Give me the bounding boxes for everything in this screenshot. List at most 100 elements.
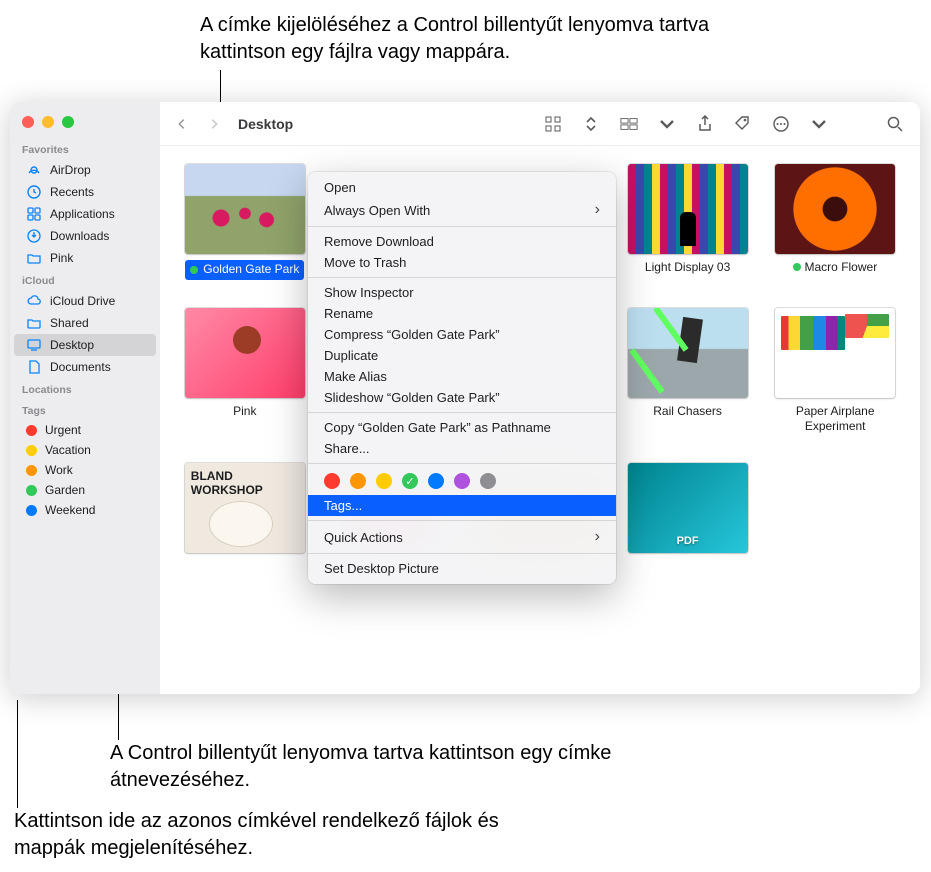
callout-line — [17, 700, 18, 808]
sidebar-item-desktop[interactable]: Desktop — [14, 334, 156, 356]
menu-separator — [308, 463, 616, 464]
sidebar-item-label: Pink — [50, 251, 73, 265]
chevron-updown-icon[interactable] — [576, 112, 606, 136]
chevron-down-icon[interactable] — [804, 112, 834, 136]
file-thumbnail — [185, 164, 305, 254]
sidebar-item-applications[interactable]: Applications — [14, 203, 156, 225]
search-button[interactable] — [880, 112, 910, 136]
sidebar-item-recents[interactable]: Recents — [14, 181, 156, 203]
file-item[interactable]: Rail Chasers — [619, 308, 757, 435]
view-icons-button[interactable] — [538, 112, 568, 136]
sidebar-item-label: Applications — [50, 207, 115, 221]
cloud-icon — [26, 293, 42, 309]
document-icon — [26, 359, 42, 375]
tags-button[interactable] — [728, 112, 758, 136]
sidebar-tag-vacation[interactable]: Vacation — [14, 440, 156, 460]
tag-color-red[interactable] — [324, 473, 340, 489]
menu-set-desktop-picture[interactable]: Set Desktop Picture — [308, 558, 616, 579]
sidebar-item-label: Weekend — [45, 503, 95, 517]
menu-slideshow[interactable]: Slideshow “Golden Gate Park” — [308, 387, 616, 408]
group-button[interactable] — [614, 112, 644, 136]
menu-separator — [308, 520, 616, 521]
file-item[interactable]: Golden Gate Park — [176, 164, 314, 280]
sidebar-tag-weekend[interactable]: Weekend — [14, 500, 156, 520]
file-label: Macro Flower — [793, 260, 877, 276]
sidebar-item-label: AirDrop — [50, 163, 91, 177]
desktop-icon — [26, 337, 42, 353]
menu-rename[interactable]: Rename — [308, 303, 616, 324]
menu-tag-colors — [308, 468, 616, 495]
menu-share[interactable]: Share... — [308, 438, 616, 459]
sidebar-item-icloud-drive[interactable]: iCloud Drive — [14, 290, 156, 312]
annotation-mid: A Control billentyűt lenyomva tartva kat… — [110, 740, 630, 794]
menu-make-alias[interactable]: Make Alias — [308, 366, 616, 387]
close-button[interactable] — [22, 116, 34, 128]
sidebar-item-label: iCloud Drive — [50, 294, 115, 308]
sidebar-item-label: Work — [45, 463, 73, 477]
clock-icon — [26, 184, 42, 200]
file-item[interactable]: Paper Airplane Experiment — [766, 308, 904, 435]
back-button[interactable] — [170, 112, 194, 136]
chevron-down-icon[interactable] — [652, 112, 682, 136]
context-menu: Open Always Open With Remove Download Mo… — [308, 172, 616, 584]
tag-color-orange[interactable] — [350, 473, 366, 489]
sidebar-item-downloads[interactable]: Downloads — [14, 225, 156, 247]
menu-duplicate[interactable]: Duplicate — [308, 345, 616, 366]
file-item[interactable]: Bland Workshop — [176, 463, 314, 553]
sidebar-item-label: Desktop — [50, 338, 94, 352]
download-icon — [26, 228, 42, 244]
sidebar-item-pink[interactable]: Pink — [14, 247, 156, 269]
sidebar-tag-garden[interactable]: Garden — [14, 480, 156, 500]
sidebar-item-label: Shared — [50, 316, 89, 330]
menu-tags[interactable]: Tags... — [308, 495, 616, 516]
file-item[interactable]: PDF Marketing Plan Fall 2019 — [619, 463, 757, 553]
tag-color-yellow[interactable] — [376, 473, 392, 489]
tag-color-blue[interactable] — [428, 473, 444, 489]
file-item[interactable]: Pink — [176, 308, 314, 435]
sidebar-item-documents[interactable]: Documents — [14, 356, 156, 378]
menu-always-open-with[interactable]: Always Open With — [308, 198, 616, 222]
menu-copy-pathname[interactable]: Copy “Golden Gate Park” as Pathname — [308, 417, 616, 438]
menu-quick-actions[interactable]: Quick Actions — [308, 525, 616, 549]
menu-compress[interactable]: Compress “Golden Gate Park” — [308, 324, 616, 345]
zoom-button[interactable] — [62, 116, 74, 128]
tag-dot-icon — [26, 485, 37, 496]
menu-show-inspector[interactable]: Show Inspector — [308, 282, 616, 303]
main-area: Desktop Golden Gate Park Light Displ — [160, 102, 920, 694]
file-thumbnail — [185, 463, 305, 553]
sidebar-item-label: Downloads — [50, 229, 109, 243]
file-item[interactable]: Macro Flower — [766, 164, 904, 280]
sidebar-item-label: Urgent — [45, 423, 81, 437]
sidebar-item-airdrop[interactable]: AirDrop — [14, 159, 156, 181]
file-label: Golden Gate Park — [185, 260, 304, 280]
sidebar-section-icloud: iCloud — [10, 269, 160, 290]
forward-button[interactable] — [202, 112, 226, 136]
more-button[interactable] — [766, 112, 796, 136]
file-label: Rail Chasers — [653, 404, 722, 420]
sidebar-item-shared[interactable]: Shared — [14, 312, 156, 334]
folder-icon — [26, 250, 42, 266]
sidebar-section-locations: Locations — [10, 378, 160, 399]
file-item[interactable]: Light Display 03 — [619, 164, 757, 280]
file-label: Pink — [233, 404, 256, 420]
airdrop-icon — [26, 162, 42, 178]
tag-dot-icon — [26, 505, 37, 516]
file-thumbnail — [775, 308, 895, 398]
sidebar-tag-urgent[interactable]: Urgent — [14, 420, 156, 440]
menu-separator — [308, 412, 616, 413]
tag-color-purple[interactable] — [454, 473, 470, 489]
share-button[interactable] — [690, 112, 720, 136]
file-thumbnail — [628, 164, 748, 254]
sidebar: Favorites AirDrop Recents Applications D… — [10, 102, 160, 694]
menu-remove-download[interactable]: Remove Download — [308, 231, 616, 252]
file-thumbnail — [628, 308, 748, 398]
pdf-badge: PDF — [677, 535, 699, 547]
sidebar-tag-work[interactable]: Work — [14, 460, 156, 480]
tag-color-gray[interactable] — [480, 473, 496, 489]
minimize-button[interactable] — [42, 116, 54, 128]
annotation-bottom: Kattintson ide az azonos címkével rendel… — [14, 808, 574, 862]
tag-color-green[interactable] — [402, 473, 418, 489]
menu-open[interactable]: Open — [308, 177, 616, 198]
tag-dot-icon — [190, 266, 198, 274]
menu-move-to-trash[interactable]: Move to Trash — [308, 252, 616, 273]
